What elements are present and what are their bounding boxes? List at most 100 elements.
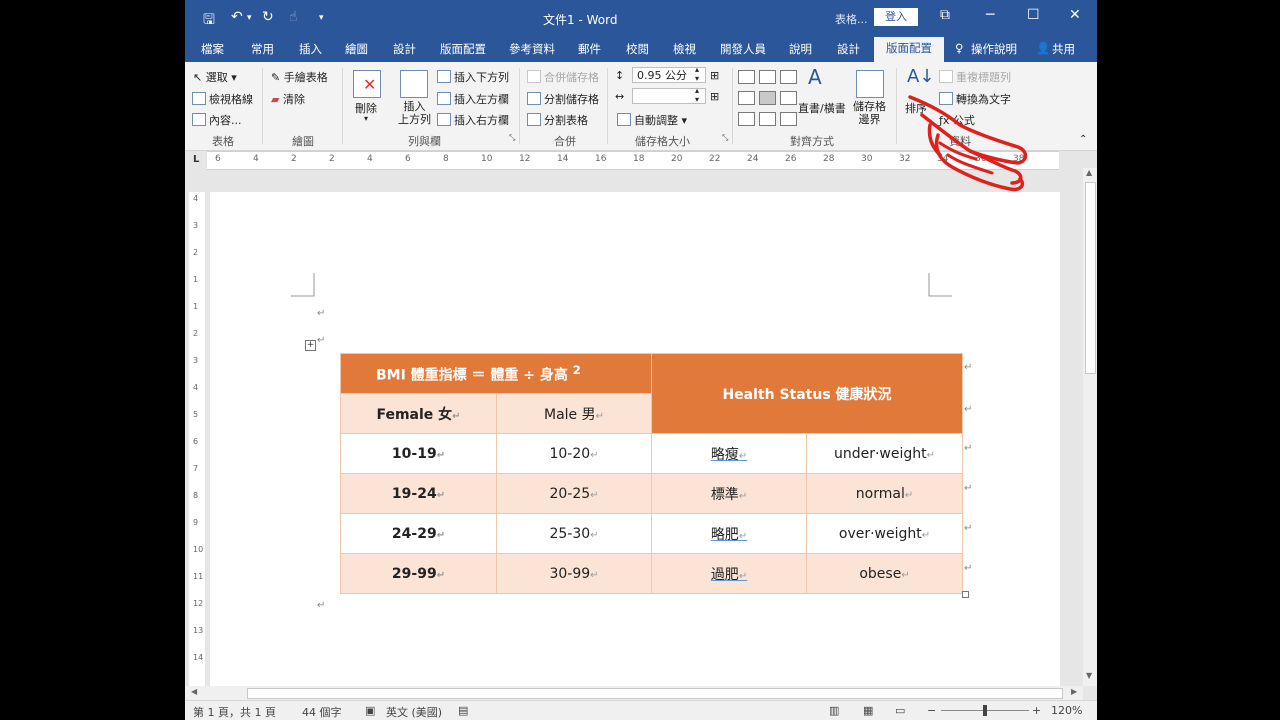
female-range-cell[interactable]: 29-99↵ (340, 553, 497, 594)
cell-margins-icon[interactable] (856, 70, 884, 98)
repeat-header-button[interactable]: 重複標題列 (939, 69, 1011, 85)
status-zh-cell[interactable]: 過肥↵ (651, 553, 808, 594)
select-button[interactable]: ↖ 選取 ▾ (193, 69, 237, 85)
zoom-out-icon[interactable]: − (927, 704, 936, 717)
minimize-icon[interactable]: ─ (986, 7, 994, 23)
collapse-ribbon-icon[interactable]: ⌃ (1079, 134, 1087, 145)
zoom-slider-thumb[interactable] (983, 705, 987, 716)
properties-button[interactable]: 內容... (192, 112, 242, 128)
width-spinner-icon[interactable]: ▴ ▾ (695, 86, 699, 104)
height-spinner-icon[interactable]: ▴ ▾ (695, 65, 699, 83)
cell-margins-button[interactable]: 儲存格 邊界 (853, 100, 886, 126)
male-range-cell[interactable]: 25-30↵ (495, 513, 653, 554)
align-top-left-icon[interactable] (738, 70, 755, 84)
customize-qat-icon[interactable]: ▾ (319, 13, 324, 23)
sort-icon[interactable]: A↓ (907, 66, 934, 87)
tab-review[interactable]: 校閱 (626, 41, 649, 57)
status-en-cell[interactable]: over·weight↵ (806, 513, 964, 554)
align-center-left-icon[interactable] (738, 91, 755, 105)
undo-dropdown-icon[interactable]: ▾ (247, 13, 252, 23)
tell-me-box[interactable]: 操作說明 (971, 41, 1017, 57)
share-button[interactable]: 共用 (1052, 41, 1075, 57)
female-header-cell[interactable]: Female 女↵ (340, 393, 497, 434)
maximize-icon[interactable]: ☐ (1027, 7, 1040, 23)
word-count[interactable]: 44 個字 (302, 704, 342, 720)
status-zh-cell[interactable]: 標準↵ (651, 473, 808, 514)
female-range-cell[interactable]: 19-24↵ (340, 473, 497, 514)
vertical-scroll-thumb[interactable] (1085, 182, 1096, 374)
eraser-button[interactable]: ▰ 清除 (271, 91, 305, 107)
header-formula-cell[interactable]: BMI 體重指標 ＝ 體重 ÷ 身高 2 (339, 353, 653, 394)
horizontal-scroll-thumb[interactable] (247, 688, 1063, 699)
align-top-center-icon[interactable] (759, 70, 776, 84)
rows-cols-launcher-icon[interactable]: ⤡ (509, 133, 515, 143)
status-zh-cell[interactable]: 略瘦↵ (651, 433, 808, 474)
print-layout-icon[interactable]: ▦ (863, 704, 873, 717)
read-mode-icon[interactable]: ▥ (829, 704, 839, 717)
login-button[interactable]: 登入 (874, 8, 918, 26)
align-center-icon[interactable] (759, 91, 776, 105)
male-range-cell[interactable]: 10-20↵ (495, 433, 653, 474)
tab-insert[interactable]: 插入 (299, 41, 322, 57)
text-direction-icon[interactable]: A (808, 65, 822, 89)
touch-mode-icon[interactable]: ☝ (289, 9, 298, 25)
scroll-down-icon[interactable]: ▼ (1086, 671, 1092, 680)
save-icon[interactable]: 🖫 (203, 9, 215, 33)
insert-below-button[interactable]: 插入下方列 (437, 69, 509, 85)
status-zh-cell[interactable]: 略肥↵ (651, 513, 808, 554)
tab-view[interactable]: 檢視 (673, 41, 696, 57)
align-center-right-icon[interactable] (780, 91, 797, 105)
text-direction-button[interactable]: 直書/橫書 (798, 100, 846, 116)
tab-layout[interactable]: 版面配置 (440, 41, 486, 57)
male-range-cell[interactable]: 30-99↵ (495, 553, 653, 594)
split-table-button[interactable]: 分割表格 (527, 112, 588, 128)
table-move-handle-icon[interactable]: + (305, 340, 316, 351)
male-header-cell[interactable]: Male 男↵ (495, 393, 653, 434)
scroll-right-icon[interactable]: ▶ (1071, 687, 1077, 696)
align-top-right-icon[interactable] (780, 70, 797, 84)
scroll-up-icon[interactable]: ▲ (1086, 168, 1092, 177)
horizontal-scrollbar[interactable]: ◀ ▶ (185, 686, 1083, 700)
tell-me-icon[interactable]: ♀ (955, 41, 963, 55)
zoom-in-icon[interactable]: + (1032, 704, 1041, 717)
status-en-cell[interactable]: obese↵ (806, 553, 964, 594)
macro-icon[interactable]: ▤ (458, 704, 468, 717)
align-bottom-center-icon[interactable] (759, 112, 776, 126)
align-bottom-left-icon[interactable] (738, 112, 755, 126)
female-range-cell[interactable]: 24-29↵ (340, 513, 497, 554)
delete-dropdown-icon[interactable]: ▾ (364, 114, 368, 123)
autofit-button[interactable]: 自動調整 ▾ (617, 112, 687, 128)
align-bottom-right-icon[interactable] (780, 112, 797, 126)
scroll-left-icon[interactable]: ◀ (191, 687, 197, 696)
table-resize-handle[interactable] (962, 591, 969, 598)
tab-developer[interactable]: 開發人員 (720, 41, 766, 57)
status-en-cell[interactable]: normal↵ (806, 473, 964, 514)
tab-draw[interactable]: 繪圖 (345, 41, 368, 57)
tab-design[interactable]: 設計 (393, 41, 416, 57)
close-icon[interactable]: ✕ (1069, 7, 1081, 23)
tab-table-design[interactable]: 設計 (837, 41, 860, 57)
tab-help[interactable]: 說明 (789, 41, 812, 57)
status-en-cell[interactable]: under·weight↵ (806, 433, 964, 474)
language-indicator[interactable]: 英文 (美國) (386, 704, 442, 720)
distribute-cols-icon[interactable]: ⊞ (710, 90, 719, 103)
tab-selector[interactable]: L (193, 154, 199, 165)
vertical-scrollbar[interactable]: ▲ ▼ (1083, 168, 1097, 686)
tab-references[interactable]: 參考資料 (509, 41, 555, 57)
view-gridlines-button[interactable]: 檢視格線 (192, 91, 253, 107)
insert-left-button[interactable]: 插入左方欄 (437, 91, 509, 107)
proofing-icon[interactable]: ▣ (365, 704, 375, 717)
insert-right-button[interactable]: 插入右方欄 (437, 112, 509, 128)
web-layout-icon[interactable]: ▭ (895, 704, 905, 717)
cell-size-launcher-icon[interactable]: ⤡ (722, 133, 728, 143)
female-range-cell[interactable]: 10-19↵ (340, 433, 497, 474)
vertical-ruler[interactable]: 4 3 2 1 1 2 3 4 5 6 7 8 9 10 11 12 13 14 (189, 192, 205, 686)
split-cells-button[interactable]: 分割儲存格 (527, 91, 599, 107)
bmi-table[interactable]: BMI 體重指標 ＝ 體重 ÷ 身高 2 Health Status 健康狀況 … (339, 353, 964, 594)
tab-home[interactable]: 常用 (251, 41, 274, 57)
zoom-level[interactable]: 120% (1051, 704, 1082, 717)
redo-icon[interactable]: ↻ (262, 9, 274, 25)
tab-file[interactable]: 檔案 (201, 41, 224, 57)
delete-table-icon[interactable]: ✕ (353, 70, 381, 98)
distribute-rows-icon[interactable]: ⊞ (710, 69, 719, 82)
